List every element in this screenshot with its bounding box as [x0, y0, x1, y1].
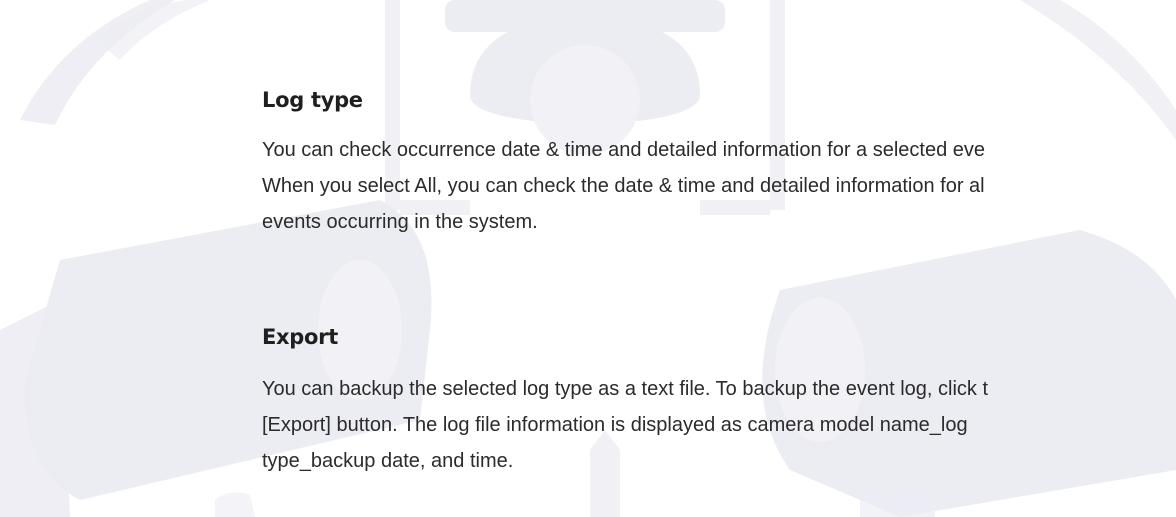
cctv-camera-watermark-icon — [0, 0, 1176, 517]
export-description-line-1: You can backup the selected log type as … — [262, 378, 989, 400]
log-type-description-line-2: When you select All, you can check the d… — [262, 175, 985, 197]
log-type-description-line-3: events occurring in the system. — [262, 211, 538, 233]
export-description-line-3: type_backup date, and time. — [262, 450, 514, 472]
section-title-log-type: Log type — [262, 88, 363, 112]
log-type-description-line-1: You can check occurrence date & time and… — [262, 139, 986, 161]
section-title-export: Export — [262, 325, 338, 349]
export-description-line-2: [Export] button. The log file informatio… — [262, 414, 968, 436]
